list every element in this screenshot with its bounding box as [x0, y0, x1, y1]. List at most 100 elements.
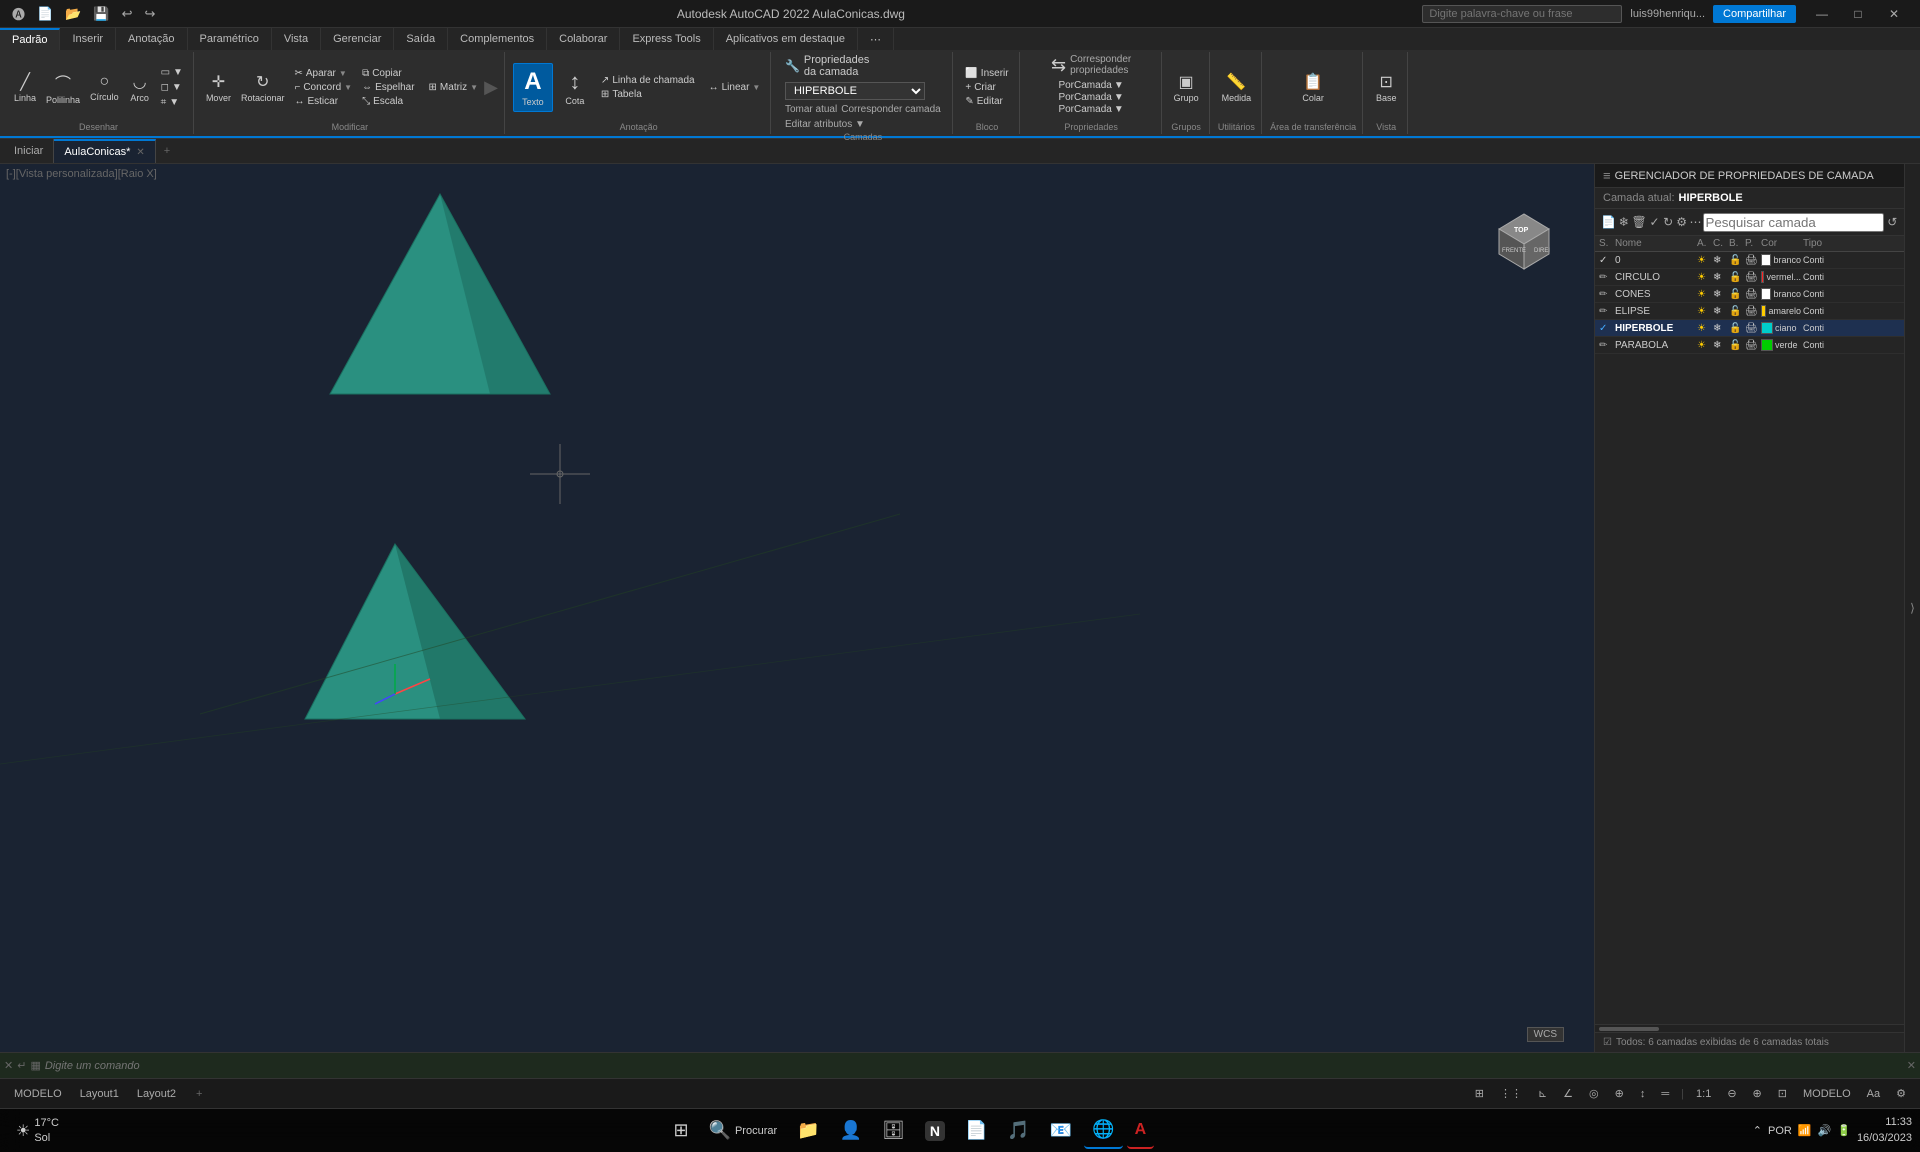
layer-plot-elipse[interactable]: 🖨: [1745, 306, 1758, 317]
tab-iniciar[interactable]: Iniciar: [4, 139, 54, 163]
language-indicator[interactable]: POR: [1768, 1125, 1792, 1137]
grupo-button[interactable]: ▣ Grupo: [1170, 70, 1203, 105]
system-clock[interactable]: 11:33 16/03/2023: [1857, 1115, 1912, 1146]
layer-lock-circulo[interactable]: 🔓: [1729, 272, 1741, 283]
command-input[interactable]: [45, 1060, 1907, 1072]
cmd-enter-icon[interactable]: ↵: [17, 1059, 26, 1072]
layer-on-parabola[interactable]: ☀: [1697, 340, 1706, 351]
otrack-button[interactable]: ⊕: [1609, 1085, 1630, 1102]
layer-on-hiperbole[interactable]: ☀: [1697, 323, 1706, 334]
tab-inserir[interactable]: Inserir: [60, 28, 116, 50]
view-cube[interactable]: TOP FRENTE DIREI: [1484, 194, 1564, 284]
texto-button[interactable]: A Texto: [513, 63, 553, 112]
refresh-layer-button[interactable]: ↺: [1886, 212, 1898, 232]
draw-extra-2[interactable]: ◻▼: [157, 81, 187, 94]
mover-button[interactable]: ✛ Mover: [202, 70, 235, 105]
battery-icon[interactable]: 🔋: [1837, 1124, 1851, 1137]
settings-button[interactable]: ⚙: [1676, 212, 1688, 232]
rotacionar-button[interactable]: ↻ Rotacionar: [237, 70, 289, 105]
tabela-button[interactable]: ⊞Tabela: [597, 88, 699, 101]
arco-button[interactable]: ◡ Arco: [125, 70, 155, 105]
layer-color-swatch-hiperbole[interactable]: [1761, 322, 1773, 334]
tomar-atual[interactable]: Tomar atual: [785, 104, 837, 115]
layer-lock-hiperbole[interactable]: 🔓: [1729, 323, 1741, 334]
tab-vista[interactable]: Vista: [272, 28, 321, 50]
cota-button[interactable]: ↕ Cota: [555, 65, 595, 110]
layer-plot-0[interactable]: 🖨: [1745, 255, 1758, 266]
tab-anotacao[interactable]: Anotação: [116, 28, 187, 50]
layer-on-0[interactable]: ☀: [1697, 255, 1706, 266]
tab-complementos[interactable]: Complementos: [448, 28, 547, 50]
linear-button[interactable]: ↔Linear▼: [705, 81, 765, 94]
layer-lock-elipse[interactable]: 🔓: [1729, 306, 1741, 317]
concord-button[interactable]: ⌐Concord▼: [290, 81, 356, 94]
redo-icon[interactable]: ↪: [140, 4, 159, 24]
escala-button[interactable]: ⤡Escala: [358, 95, 418, 108]
model-label[interactable]: MODELO: [1797, 1086, 1857, 1102]
volume-icon[interactable]: 🔊: [1818, 1124, 1832, 1137]
search-taskbar[interactable]: 🔍 Procurar: [701, 1113, 786, 1149]
tab-gerenciar[interactable]: Gerenciar: [321, 28, 394, 50]
zoom-in[interactable]: ⊕: [1747, 1085, 1768, 1102]
delete-layer-button[interactable]: 🗑: [1632, 212, 1647, 232]
colar-button[interactable]: 📋 Colar: [1298, 70, 1328, 105]
ortho-button[interactable]: ⊾: [1532, 1085, 1553, 1102]
set-current-button[interactable]: ✓: [1649, 212, 1661, 232]
tab-saida[interactable]: Saída: [394, 28, 448, 50]
tab-aplicativos[interactable]: Aplicativos em destaque: [714, 28, 858, 50]
layer-selector[interactable]: HIPERBOLE 0 CIRCULO CONES ELIPSE PARABOL…: [785, 82, 925, 100]
tab-add-button[interactable]: +: [156, 143, 178, 159]
close-button[interactable]: ✕: [1876, 0, 1912, 28]
layer-row-hiperbole[interactable]: ✓ HIPERBOLE ☀ ❄ 🔓 🖨 ciano Conti: [1595, 320, 1904, 337]
layer-plot-hiperbole[interactable]: 🖨: [1745, 323, 1758, 334]
explorer-taskbar[interactable]: 📁: [789, 1113, 827, 1149]
minimize-button[interactable]: —: [1804, 0, 1840, 28]
draw-extra-3[interactable]: ⌗▼: [157, 96, 187, 109]
edge-taskbar[interactable]: 🌐: [1084, 1113, 1122, 1149]
notion-taskbar[interactable]: N: [917, 1113, 953, 1149]
layer-freeze-circulo[interactable]: ❄: [1713, 272, 1721, 283]
mail-taskbar[interactable]: 📧: [1042, 1113, 1080, 1149]
linha-chamada-button[interactable]: ↗Linha de chamada: [597, 74, 699, 87]
tab-colaborar[interactable]: Colaborar: [547, 28, 620, 50]
windows-start[interactable]: ⊞: [665, 1113, 696, 1149]
layer-lock-0[interactable]: 🔓: [1729, 255, 1741, 266]
inserir-block-button[interactable]: ⬜Inserir: [961, 67, 1012, 80]
grid-button[interactable]: ⋮⋮: [1494, 1085, 1528, 1102]
new-icon[interactable]: 📄: [33, 4, 57, 24]
snap-button[interactable]: ⊞: [1469, 1085, 1490, 1102]
base-button[interactable]: ⊡ Base: [1371, 70, 1401, 105]
corresponder-camada[interactable]: Corresponder camada: [841, 104, 941, 115]
linha-button[interactable]: ╱ Linha: [10, 70, 40, 105]
lineweight-button[interactable]: ═: [1655, 1086, 1675, 1102]
editar-atributos[interactable]: Editar atributos ▼: [785, 119, 865, 130]
more-button[interactable]: ⋯: [1689, 212, 1701, 232]
save-icon[interactable]: 💾: [89, 4, 113, 24]
editar-block-button[interactable]: ✎Editar: [961, 95, 1012, 108]
anno-button[interactable]: Aa: [1861, 1086, 1886, 1102]
layer-freeze-0[interactable]: ❄: [1713, 255, 1721, 266]
layer-on-cones[interactable]: ☀: [1697, 289, 1706, 300]
criar-block-button[interactable]: +Criar: [961, 81, 1012, 94]
esticar-button[interactable]: ↔Esticar: [290, 95, 356, 108]
layout2-tab[interactable]: Layout2: [131, 1086, 182, 1102]
layer-lock-parabola[interactable]: 🔓: [1729, 340, 1741, 351]
layer-color-swatch-cones[interactable]: [1761, 288, 1771, 300]
modelo-tab[interactable]: MODELO: [8, 1086, 68, 1102]
viewport-button[interactable]: ⊡: [1772, 1085, 1793, 1102]
copiar-button[interactable]: ⧉Copiar: [358, 67, 418, 80]
open-icon[interactable]: 📂: [61, 4, 85, 24]
layer-plot-circulo[interactable]: 🖨: [1745, 272, 1758, 283]
layer-prop-button[interactable]: Propriedadesda camada: [804, 54, 869, 78]
undo-icon[interactable]: ↩: [118, 4, 137, 24]
expand-tray-button[interactable]: ⌃: [1753, 1124, 1762, 1137]
tab-more[interactable]: ⋯: [858, 28, 894, 50]
porcamada2-dropdown[interactable]: ▼: [1114, 92, 1124, 103]
layer-plot-parabola[interactable]: 🖨: [1745, 340, 1758, 351]
storage-taskbar[interactable]: 🗄: [874, 1113, 913, 1149]
layer-plot-cones[interactable]: 🖨: [1745, 289, 1758, 300]
porcamada3-dropdown[interactable]: ▼: [1114, 104, 1124, 115]
collapse-panel-button[interactable]: ⟩: [1904, 164, 1920, 1052]
layer-row-parabola[interactable]: ✏ PARABOLA ☀ ❄ 🔓 🖨 verde Conti: [1595, 337, 1904, 354]
espelhar-button[interactable]: ⇔Espelhar: [358, 81, 418, 94]
